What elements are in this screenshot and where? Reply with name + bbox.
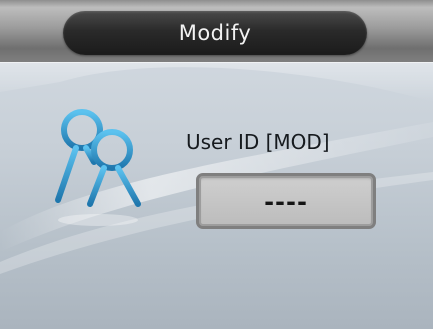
modify-screen: Modify User ID [MOD] ---- — [0, 0, 433, 329]
page-title: Modify — [178, 21, 252, 45]
title-pill: Modify — [63, 11, 367, 55]
header-bar: Modify — [0, 0, 433, 63]
user-id-field[interactable]: ---- — [196, 173, 376, 229]
user-id-label: User ID [MOD] — [186, 130, 330, 154]
users-icon — [55, 109, 141, 226]
user-id-value: ---- — [264, 188, 308, 216]
